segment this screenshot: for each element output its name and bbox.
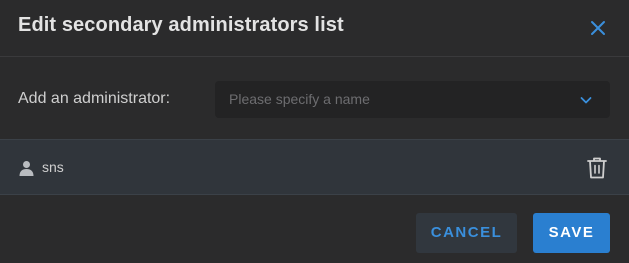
dialog-title: Edit secondary administrators list (18, 14, 344, 36)
add-admin-row: Add an administrator: Please specify a n… (0, 62, 629, 137)
edit-admins-dialog: Edit secondary administrators list Add a… (0, 0, 629, 263)
dialog-header: Edit secondary administrators list (0, 0, 629, 56)
close-button[interactable] (586, 16, 610, 40)
header-divider (0, 56, 629, 57)
chevron-down-icon[interactable] (578, 92, 594, 108)
admin-list: sns (0, 139, 629, 195)
cancel-button[interactable]: CANCEL (416, 213, 517, 253)
close-icon (591, 21, 605, 35)
admin-name-select[interactable]: Please specify a name (215, 81, 610, 118)
admin-name: sns (42, 159, 64, 175)
dialog-footer: CANCEL SAVE (0, 196, 629, 263)
list-item: sns (0, 140, 629, 196)
user-icon (19, 161, 34, 176)
admin-name-placeholder: Please specify a name (229, 91, 370, 107)
save-button[interactable]: SAVE (533, 213, 610, 253)
delete-admin-button[interactable] (586, 156, 608, 180)
add-admin-label: Add an administrator: (18, 90, 171, 107)
trash-icon (587, 157, 607, 179)
